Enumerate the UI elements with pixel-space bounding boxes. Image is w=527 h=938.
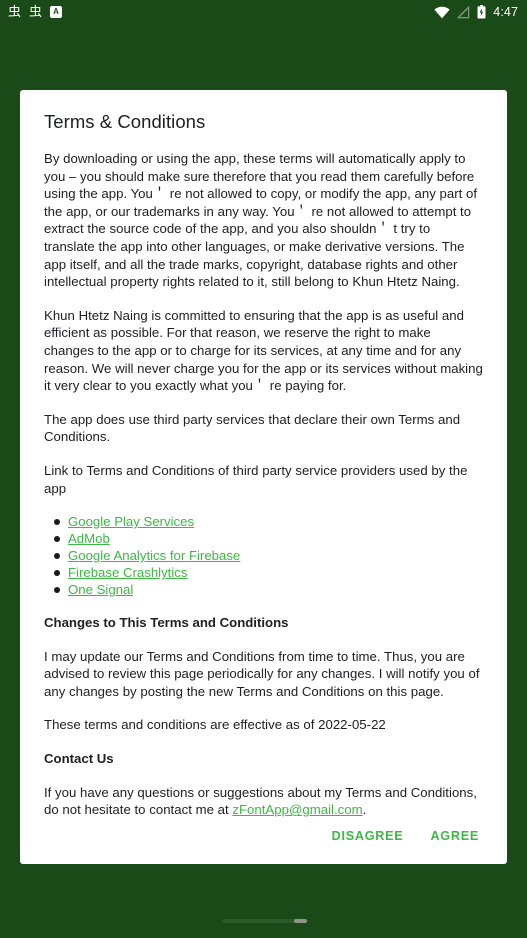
status-bar-system-icons: 4:47	[434, 5, 518, 19]
status-bar-notifications: 虫 虫 A	[8, 4, 63, 20]
link-google-play-services[interactable]: Google Play Services	[68, 514, 194, 529]
paragraph-third-party: The app does use third party services th…	[44, 411, 461, 445]
third-party-service-list: Google Play Services AdMob Google Analyt…	[44, 513, 483, 598]
clock-time: 4:47	[493, 4, 518, 19]
terms-and-conditions-dialog: Terms & Conditions By downloading or usi…	[20, 90, 507, 864]
link-contact-email[interactable]: zFontApp@gmail.com	[232, 802, 362, 817]
paragraph-effective-date: These terms and conditions are effective…	[44, 717, 386, 733]
app-notification-icon-2: 虫	[29, 4, 43, 20]
contact-text-after: .	[362, 802, 367, 818]
link-admob[interactable]: AdMob	[68, 531, 110, 546]
paragraph-commitment: Khun Htetz Naing is committed to ensurin…	[44, 307, 483, 394]
paragraph-link-intro: Link to Terms and Conditions of third pa…	[44, 462, 468, 496]
signal-off-icon	[457, 5, 470, 19]
dialog-title: Terms & Conditions	[44, 111, 206, 132]
heading-contact-us: Contact Us	[44, 751, 114, 767]
list-item: Google Analytics for Firebase	[44, 547, 483, 564]
app-notification-icon-1: 虫	[8, 4, 22, 20]
status-bar: 虫 虫 A 4:47	[0, 0, 527, 24]
paragraph-changes: I may update our Terms and Conditions fr…	[44, 648, 480, 699]
disagree-button[interactable]: DISAGREE	[325, 822, 411, 850]
list-item: Google Play Services	[44, 513, 483, 530]
app-badge-icon: A	[50, 6, 63, 18]
heading-changes: Changes to This Terms and Conditions	[44, 615, 289, 631]
agree-button[interactable]: AGREE	[423, 822, 486, 850]
wifi-icon	[434, 6, 450, 19]
paragraph-intro: By downloading or using the app, these t…	[44, 151, 478, 290]
link-firebase-crashlytics[interactable]: Firebase Crashlytics	[68, 565, 187, 580]
link-google-analytics-for-firebase[interactable]: Google Analytics for Firebase	[68, 548, 240, 563]
paragraph-contact: If you have any questions or suggestions…	[44, 784, 483, 819]
scroll-track	[222, 919, 307, 923]
scroll-thumb[interactable]	[294, 919, 307, 923]
link-one-signal[interactable]: One Signal	[68, 582, 133, 597]
list-item: One Signal	[44, 581, 483, 598]
dialog-body: By downloading or using the app, these t…	[20, 133, 507, 819]
battery-charging-icon	[477, 5, 486, 19]
list-item: AdMob	[44, 530, 483, 547]
list-item: Firebase Crashlytics	[44, 564, 483, 581]
dialog-actions: DISAGREE AGREE	[20, 822, 507, 864]
